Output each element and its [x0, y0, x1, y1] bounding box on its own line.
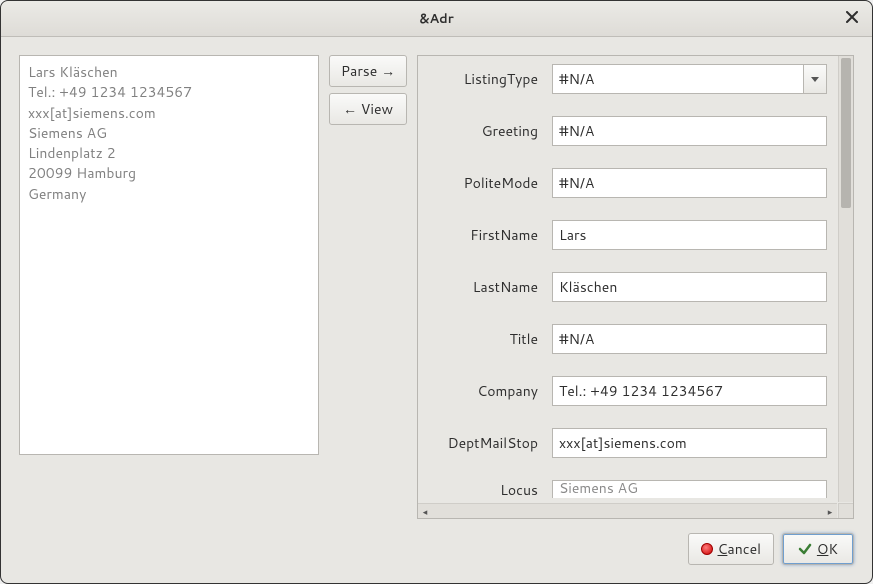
view-button[interactable]: ← View: [329, 93, 407, 125]
field-label: DeptMailStop: [426, 433, 538, 453]
field-row: Greeting: [426, 116, 827, 146]
field-label: ListingType: [426, 69, 538, 89]
vertical-scrollbar[interactable]: [838, 56, 853, 502]
field-row: Locus: [426, 480, 827, 498]
scroll-right-arrow-icon[interactable]: ▸: [825, 506, 835, 516]
chevron-down-icon: [811, 77, 819, 82]
middle-column: Parse → ← View: [329, 55, 407, 519]
field-label: FirstName: [426, 225, 538, 245]
address-textarea[interactable]: [19, 55, 319, 455]
scrollbar-corner: [838, 503, 853, 518]
field-row: Company: [426, 376, 827, 406]
horizontal-scrollbar[interactable]: ◂ ▸: [418, 503, 837, 518]
titlebar: &Adr: [1, 1, 872, 37]
field-label: LastName: [426, 277, 538, 297]
close-button[interactable]: [842, 7, 862, 27]
fields-scroll-area: ListingType Greeting PoliteMode FirstName La…: [418, 56, 853, 518]
field-input[interactable]: [552, 220, 827, 250]
combo-dropdown-button[interactable]: [803, 64, 827, 94]
field-row: PoliteMode: [426, 168, 827, 198]
ok-icon: [798, 542, 812, 556]
combo-box[interactable]: [552, 64, 827, 94]
field-label: Title: [426, 329, 538, 349]
field-row: FirstName: [426, 220, 827, 250]
field-label: Locus: [426, 480, 538, 498]
field-label: PoliteMode: [426, 173, 538, 193]
field-input[interactable]: [552, 376, 827, 406]
field-label: Company: [426, 381, 538, 401]
field-input[interactable]: [552, 64, 803, 94]
field-label: Greeting: [426, 121, 538, 141]
field-input[interactable]: [552, 272, 827, 302]
field-row: DeptMailStop: [426, 428, 827, 458]
cancel-mnemonic: C: [718, 539, 728, 559]
main-window: &Adr Parse → ← View ListingTypeGreetingP…: [0, 0, 873, 584]
dialog-footer: Cancel OK: [19, 529, 854, 565]
cancel-button[interactable]: Cancel: [688, 533, 775, 565]
field-input[interactable]: [552, 324, 827, 354]
field-input[interactable]: [552, 428, 827, 458]
ok-label-rest: K: [828, 539, 838, 559]
close-icon: [846, 11, 858, 23]
cancel-label-rest: ancel: [727, 539, 761, 559]
scrollbar-thumb[interactable]: [841, 58, 851, 208]
body-area: Parse → ← View ListingType Greeting Polite…: [1, 37, 872, 583]
ok-mnemonic: O: [817, 539, 829, 559]
fields-list: ListingType Greeting PoliteMode FirstName La…: [418, 56, 837, 502]
scroll-left-arrow-icon[interactable]: ◂: [420, 506, 430, 516]
left-column: [19, 55, 319, 519]
field-row: ListingType: [426, 64, 827, 94]
field-input[interactable]: [552, 168, 827, 198]
parse-button[interactable]: Parse →: [329, 55, 407, 87]
field-input[interactable]: [552, 116, 827, 146]
window-title: &Adr: [419, 10, 454, 28]
field-row: Title: [426, 324, 827, 354]
fields-panel: ListingType Greeting PoliteMode FirstName La…: [417, 55, 854, 519]
ok-button[interactable]: OK: [782, 533, 854, 565]
cancel-icon: [701, 543, 713, 555]
main-row: Parse → ← View ListingType Greeting Polite…: [19, 55, 854, 519]
field-input[interactable]: [552, 480, 827, 498]
field-row: LastName: [426, 272, 827, 302]
